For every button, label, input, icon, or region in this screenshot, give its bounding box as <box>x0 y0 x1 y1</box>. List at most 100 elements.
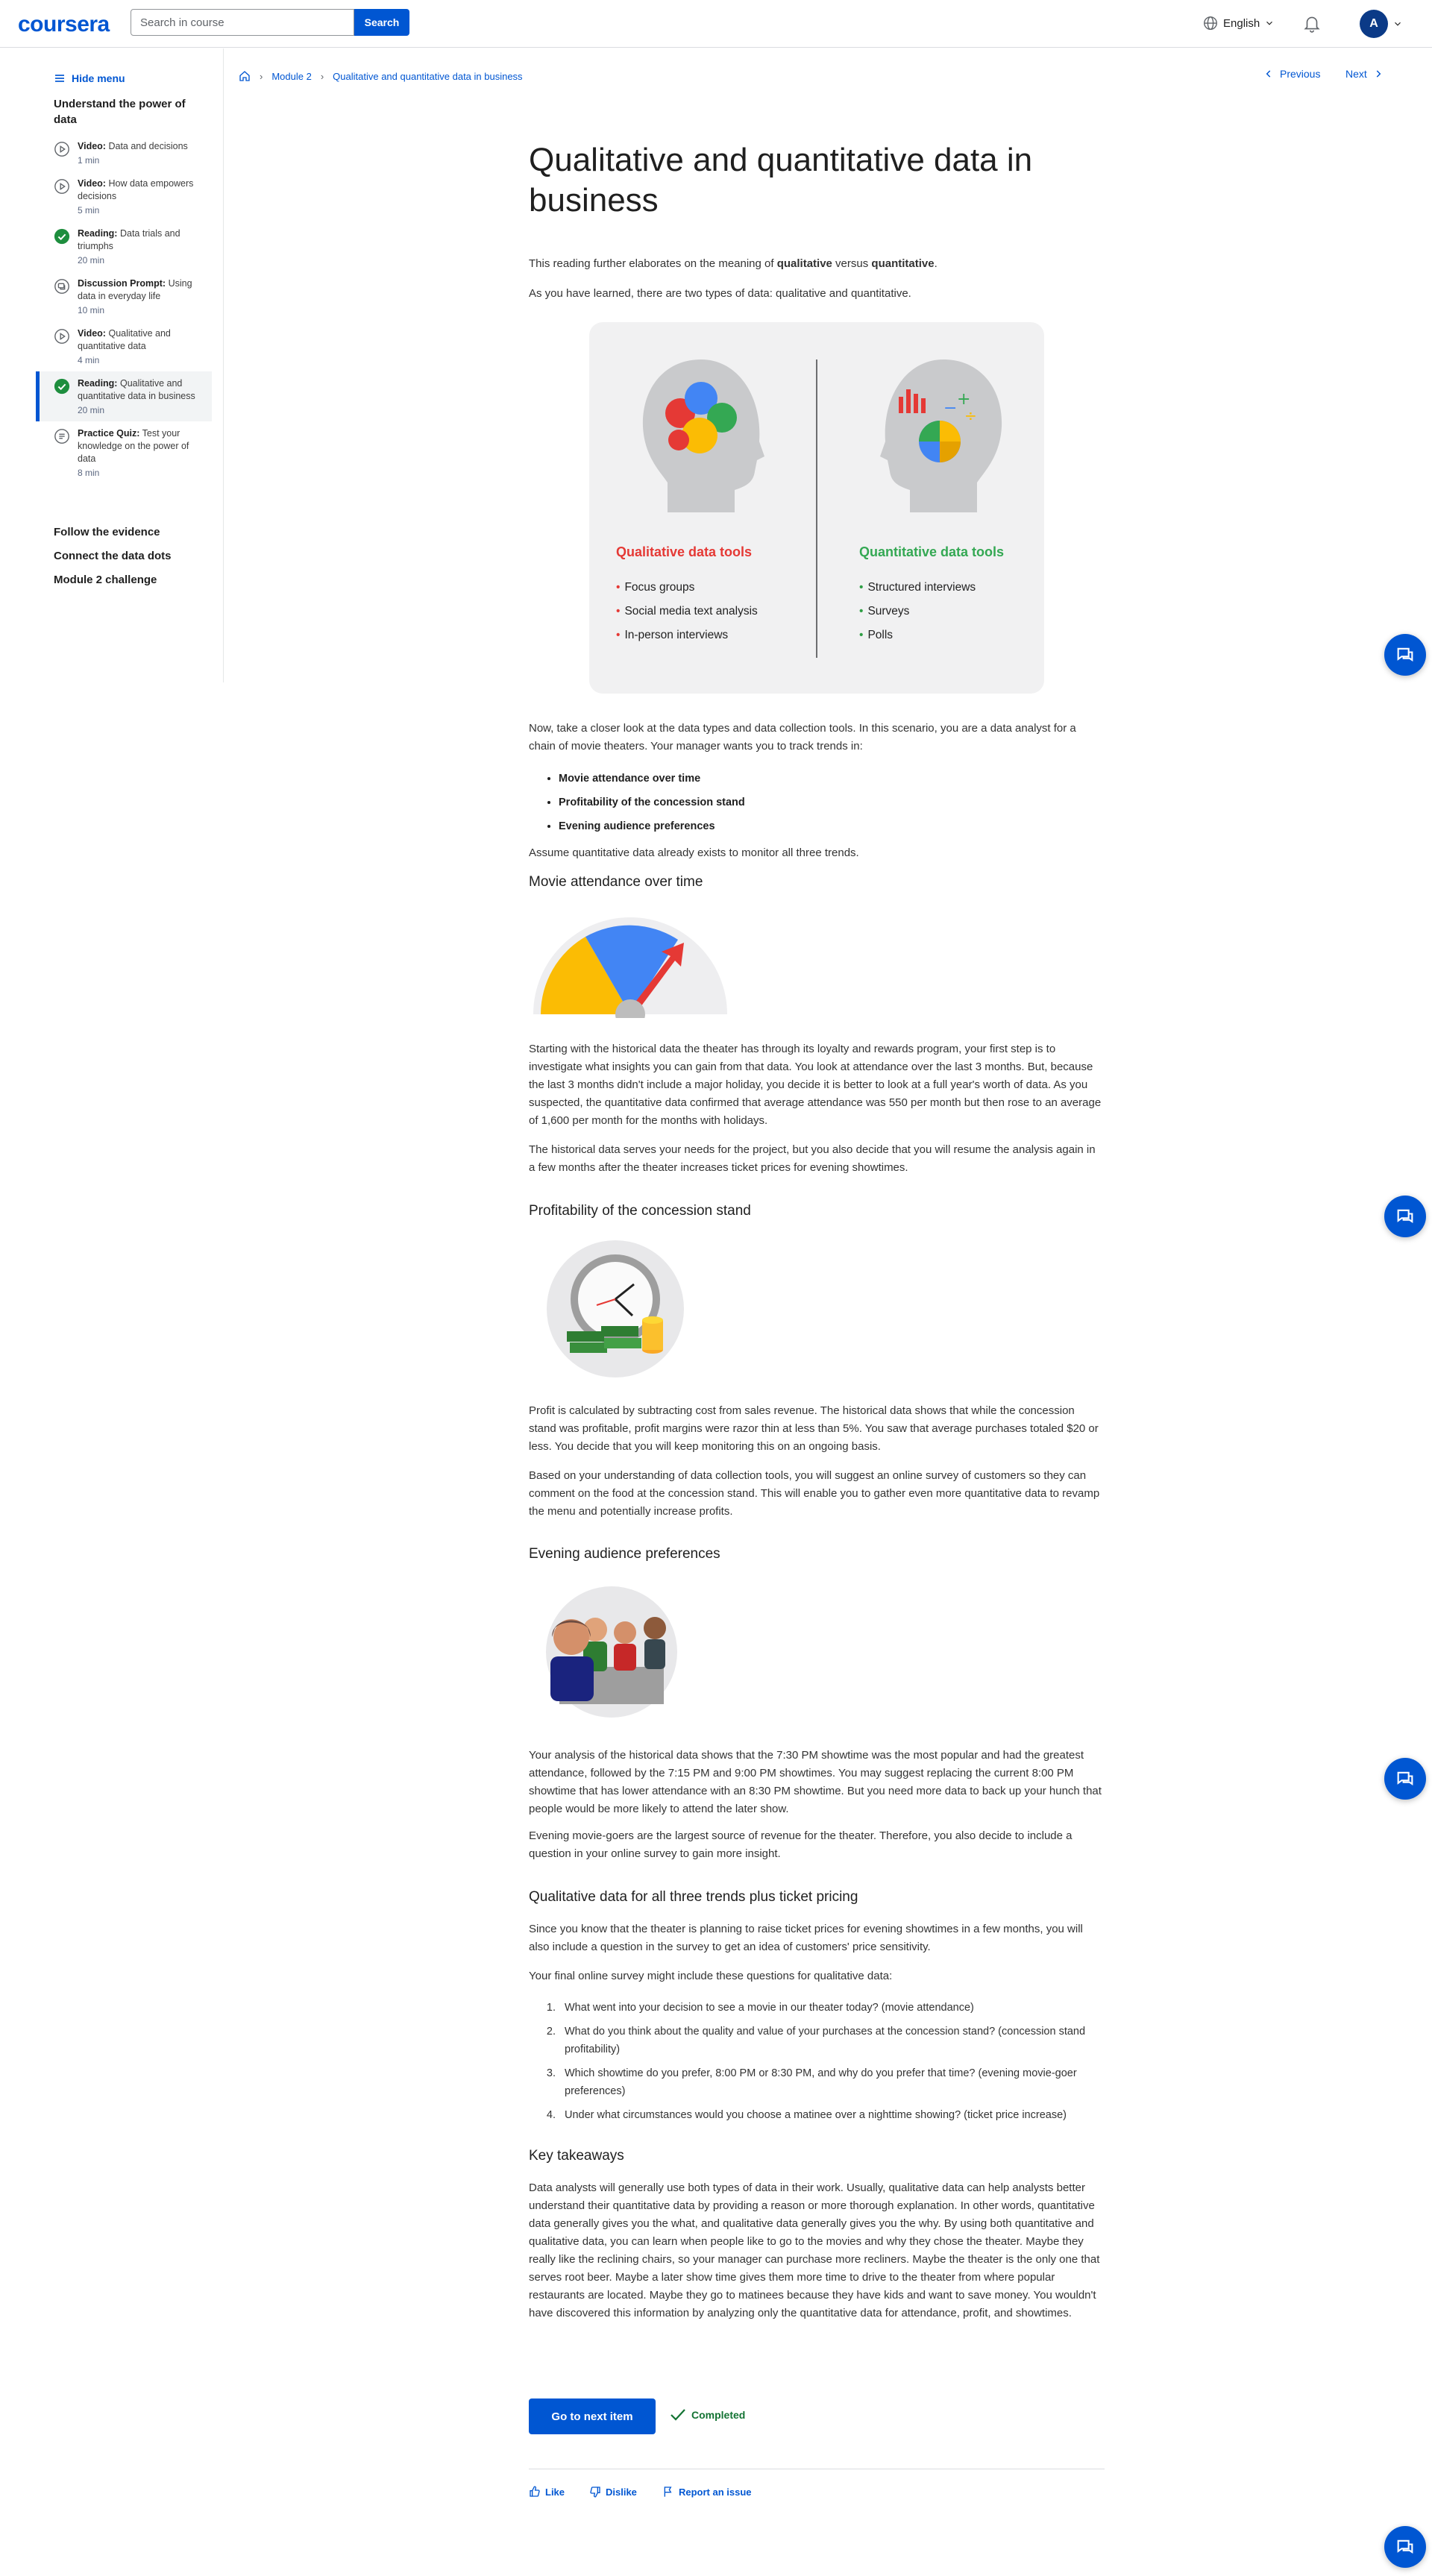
check-circle-icon <box>54 378 70 395</box>
notifications-button[interactable] <box>1302 13 1322 37</box>
search-button[interactable]: Search <box>354 9 409 36</box>
list-item: Surveys <box>859 600 976 623</box>
chevron-right-icon: › <box>320 70 324 82</box>
dislike-button[interactable]: Dislike <box>589 2486 637 2498</box>
top-navigation-bar: coursera Search English A <box>0 0 1432 48</box>
report-issue-button[interactable]: Report an issue <box>662 2486 752 2498</box>
section-module-2-challenge[interactable]: Module 2 challenge <box>54 574 157 586</box>
paragraph: Profit is calculated by subtracting cost… <box>529 1404 1099 1453</box>
go-to-next-item-button[interactable]: Go to next item <box>529 2398 656 2434</box>
coursera-logo[interactable]: coursera <box>18 12 110 37</box>
list-item: Structured interviews <box>859 576 976 600</box>
list-item: Which showtime do you prefer, 8:00 PM or… <box>559 2064 1105 2100</box>
divider <box>816 359 817 658</box>
quantitative-tools-title: Quantitative data tools <box>859 544 1005 559</box>
lesson-type: Reading: <box>78 378 118 389</box>
paragraph: Assume quantitative data already exists … <box>529 846 859 859</box>
course-sidebar: Hide menu Understand the power of data V… <box>0 48 224 682</box>
thumbs-up-icon <box>530 2486 540 2497</box>
intro-text: . <box>934 257 938 270</box>
lesson-type: Video: <box>78 141 106 151</box>
list-item: Polls <box>859 623 976 647</box>
chat-icon <box>1397 647 1413 662</box>
chevron-right-icon <box>1376 70 1381 78</box>
lesson-duration: 20 min <box>78 255 105 266</box>
play-icon <box>54 179 69 194</box>
chat-assistant-button[interactable] <box>1384 1758 1426 1800</box>
search-input[interactable] <box>131 9 354 36</box>
language-selector[interactable]: English <box>1202 15 1275 31</box>
play-icon <box>54 329 69 344</box>
lesson-type: Practice Quiz: <box>78 428 140 439</box>
section-follow-the-evidence[interactable]: Follow the evidence <box>54 526 160 538</box>
section-heading: Evening audience preferences <box>529 1546 720 1562</box>
chat-assistant-button[interactable] <box>1384 2526 1426 2568</box>
home-icon[interactable] <box>239 70 251 82</box>
paragraph: Since you know that the theater is plann… <box>529 1923 1083 1953</box>
paragraph: Based on your understanding of data coll… <box>529 1469 1100 1518</box>
globe-icon <box>1204 16 1217 30</box>
lesson-item[interactable]: Video: Data and decisions 1 min <box>36 134 212 172</box>
language-label: English <box>1223 16 1260 30</box>
intro-text: versus <box>832 257 872 270</box>
paragraph: Your analysis of the historical data sho… <box>529 1749 1102 1815</box>
previous-button[interactable]: Previous <box>1263 68 1320 80</box>
list-item: What do you think about the quality and … <box>559 2023 1105 2058</box>
like-label: Like <box>545 2486 565 2498</box>
paragraph: Evening movie-goers are the largest sour… <box>529 1829 1073 1860</box>
lesson-type: Discussion Prompt: <box>78 278 166 289</box>
lesson-type: Reading: <box>78 228 118 239</box>
lesson-list: Video: Data and decisions 1 min Video: H… <box>36 134 212 484</box>
lesson-duration: 1 min <box>78 155 100 166</box>
chat-assistant-button[interactable] <box>1384 634 1426 676</box>
section-heading: Qualitative data for all three trends pl… <box>529 1889 858 1905</box>
lesson-type: Video: <box>78 328 106 339</box>
lesson-type: Video: <box>78 178 106 189</box>
list-item: What went into your decision to see a mo… <box>559 1999 1105 2017</box>
breadcrumb-module[interactable]: Module 2 <box>271 71 311 82</box>
qualitative-tools-list: Focus groups Social media text analysis … <box>616 576 758 647</box>
quantitative-tools-list: Structured interviews Surveys Polls <box>859 576 976 647</box>
completed-label: Completed <box>691 2409 746 2421</box>
lesson-item[interactable]: Practice Quiz: Test your knowledge on th… <box>36 421 212 484</box>
next-button[interactable]: Next <box>1345 68 1384 80</box>
section-heading: Key takeaways <box>529 2148 624 2164</box>
next-label: Next <box>1345 68 1367 80</box>
lesson-item[interactable]: Video: Qualitative and quantitative data… <box>36 321 212 371</box>
play-icon <box>54 142 69 157</box>
lesson-duration: 4 min <box>78 355 100 365</box>
hide-menu-button[interactable]: Hide menu <box>54 72 125 84</box>
qualitative-tools-title: Qualitative data tools <box>616 544 753 559</box>
chat-icon <box>1397 1771 1413 1785</box>
qualitative-term: qualitative <box>776 257 832 270</box>
quantitative-term: quantitative <box>871 257 935 270</box>
lesson-item[interactable]: Discussion Prompt: Using data in everyda… <box>36 271 212 321</box>
lesson-item[interactable]: Video: How data empowers decisions 5 min <box>36 172 212 222</box>
qualitative-head-illustration <box>642 359 764 512</box>
module-title[interactable]: Understand the power of data <box>54 96 203 128</box>
bell-icon <box>1304 16 1320 33</box>
lesson-duration: 8 min <box>78 468 100 478</box>
list-item: Evening audience preferences <box>559 814 1105 838</box>
user-menu[interactable]: A <box>1360 10 1403 38</box>
survey-questions-list: What went into your decision to see a mo… <box>529 1999 1105 2130</box>
like-button[interactable]: Like <box>529 2486 565 2498</box>
breadcrumb: › Module 2 › Qualitative and quantitativ… <box>239 70 523 82</box>
chat-icon <box>1397 2539 1413 2554</box>
section-connect-the-data-dots[interactable]: Connect the data dots <box>54 550 172 562</box>
menu-icon <box>55 75 64 82</box>
lesson-item[interactable]: Reading: Data trials and triumphs 20 min <box>36 222 212 271</box>
breadcrumb-page[interactable]: Qualitative and quantitative data in bus… <box>333 71 522 82</box>
thumbs-down-icon <box>590 2487 600 2498</box>
paragraph: Data analysts will generally use both ty… <box>529 2181 1100 2319</box>
lesson-item-active[interactable]: Reading: Qualitative and quantitative da… <box>36 371 212 421</box>
paragraph: Your final online survey might include t… <box>529 1970 893 1982</box>
intro-paragraph: This reading further elaborates on the m… <box>529 255 1105 273</box>
lesson-title: Data and decisions <box>108 141 188 151</box>
list-item: Focus groups <box>616 576 758 600</box>
chat-assistant-button[interactable] <box>1384 1196 1426 1237</box>
hide-menu-label: Hide menu <box>72 72 125 84</box>
paragraph: As you have learned, there are two types… <box>529 287 911 300</box>
avatar: A <box>1360 10 1388 38</box>
gauge-illustration <box>533 917 727 1018</box>
